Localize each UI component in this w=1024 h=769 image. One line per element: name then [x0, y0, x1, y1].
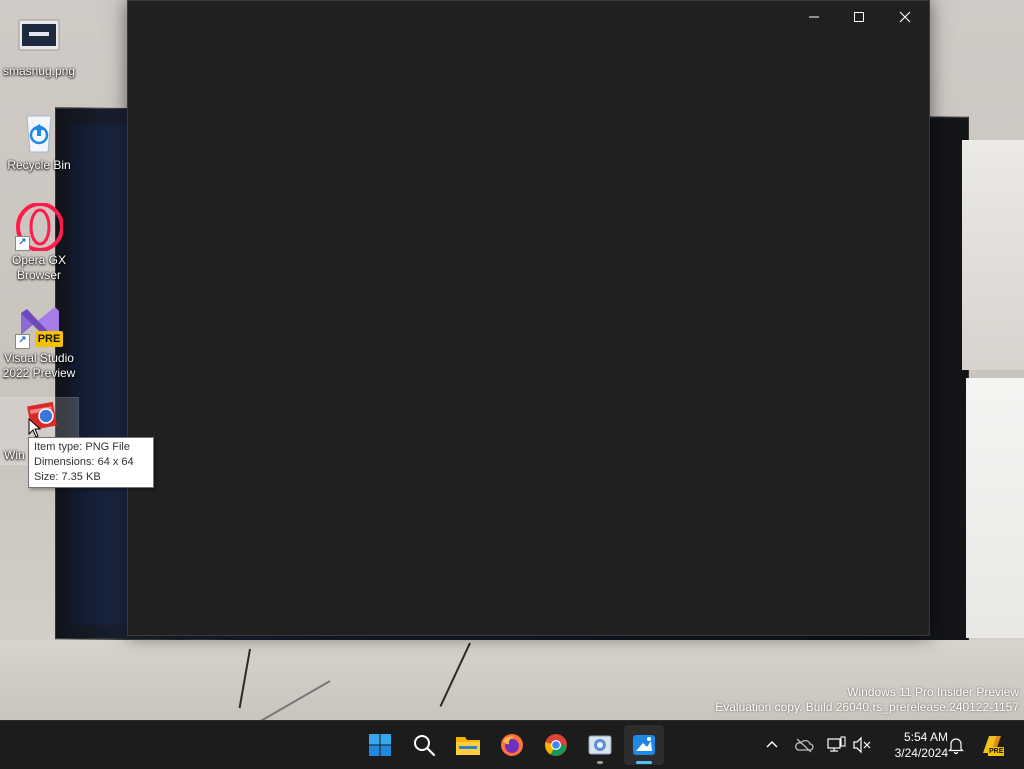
- start-button[interactable]: [360, 725, 400, 765]
- desktop-icon-label: smasnug.png: [2, 64, 76, 78]
- desktop-icon-label: Visual Studio 2022 Preview: [2, 351, 76, 380]
- taskbar-image-viewer[interactable]: [580, 725, 620, 765]
- maximize-icon: [854, 12, 864, 22]
- clock-date: 3/24/2024: [894, 746, 948, 760]
- onedrive-offline-icon: [795, 738, 814, 753]
- chevron-up-icon: [766, 741, 778, 748]
- search-button[interactable]: [404, 725, 444, 765]
- tooltip-size: Size: 7.35 KB: [34, 471, 101, 483]
- shortcut-arrow-icon: ↗: [15, 334, 30, 349]
- windows-start-icon: [369, 734, 391, 756]
- network-button[interactable]: [824, 733, 848, 757]
- taskbar: 5:54 AM 3/24/2024 PRE: [0, 720, 1024, 769]
- desktop-icon-label: Recycle Bin: [7, 158, 71, 172]
- tooltip-dimensions: Dimensions: 64 x 64: [34, 456, 134, 468]
- notifications-button[interactable]: [944, 733, 968, 757]
- taskbar-paint[interactable]: [624, 725, 664, 765]
- volume-muted-icon: [853, 736, 871, 754]
- chrome-icon: [545, 734, 567, 756]
- desktop-icon-opera-gx[interactable]: ↗ Opera GX Browser: [0, 202, 78, 283]
- maximize-button[interactable]: [836, 1, 882, 33]
- watermark-edition: Windows 11 Pro Insider Preview: [847, 685, 1019, 699]
- taskbar-firefox[interactable]: [492, 725, 532, 765]
- search-icon: [414, 735, 436, 757]
- shortcut-arrow-icon: ↗: [15, 236, 30, 251]
- network-icon: [827, 736, 846, 752]
- file-info-tooltip: Item type: PNG File Dimensions: 64 x 64 …: [28, 437, 154, 488]
- visual-studio-icon: PRE ↗: [15, 301, 63, 349]
- minimize-icon: [809, 16, 819, 18]
- image-viewer-app-icon: [588, 735, 612, 755]
- desktop-icon-visual-studio-preview[interactable]: PRE ↗ Visual Studio 2022 Preview: [0, 301, 78, 381]
- desktop-icon-label: Opera GX Browser: [11, 253, 67, 282]
- bell-icon: [948, 738, 964, 754]
- clock-time: 5:54 AM: [903, 730, 948, 744]
- show-hidden-icons-button[interactable]: [760, 733, 784, 757]
- volume-button[interactable]: [850, 733, 874, 757]
- taskbar-chrome[interactable]: [536, 725, 576, 765]
- mouse-cursor-icon: [28, 418, 42, 438]
- running-indicator: [597, 761, 603, 764]
- watermark-build: Evaluation copy. Build 26040.rs_prerelea…: [715, 700, 1019, 714]
- copilot-preview-badge: PRE: [988, 747, 1005, 756]
- onedrive-button[interactable]: [792, 733, 816, 757]
- copilot-button[interactable]: PRE: [978, 733, 1006, 757]
- opera-gx-icon: ↗: [15, 202, 64, 252]
- taskbar-clock[interactable]: 5:54 AM 3/24/2024: [878, 729, 948, 761]
- recycle-bin-icon: [15, 108, 63, 156]
- minimize-button[interactable]: [791, 1, 837, 33]
- evaluation-watermark: Windows 11 Pro Insider Preview Evaluatio…: [715, 685, 1019, 715]
- firefox-icon: [501, 734, 523, 756]
- file-explorer-icon: [456, 737, 480, 755]
- wallpaper-wall: [962, 140, 1024, 370]
- tooltip-item-type: Item type: PNG File: [34, 441, 130, 453]
- image-file-icon: [15, 14, 63, 62]
- active-indicator: [636, 761, 652, 764]
- close-icon: [899, 11, 911, 23]
- app-window[interactable]: [127, 0, 930, 636]
- wallpaper-tv-inner: [70, 125, 130, 625]
- window-content-area: [128, 33, 929, 635]
- taskbar-file-explorer[interactable]: [448, 725, 488, 765]
- desktop-icon-recycle-bin[interactable]: Recycle Bin: [0, 108, 78, 173]
- paint-app-icon: [633, 735, 655, 755]
- close-button[interactable]: [882, 1, 928, 33]
- preview-badge: PRE: [35, 331, 63, 347]
- wallpaper-window-light: [966, 378, 1024, 638]
- desktop-icon-smasnug-png[interactable]: smasnug.png: [0, 14, 78, 79]
